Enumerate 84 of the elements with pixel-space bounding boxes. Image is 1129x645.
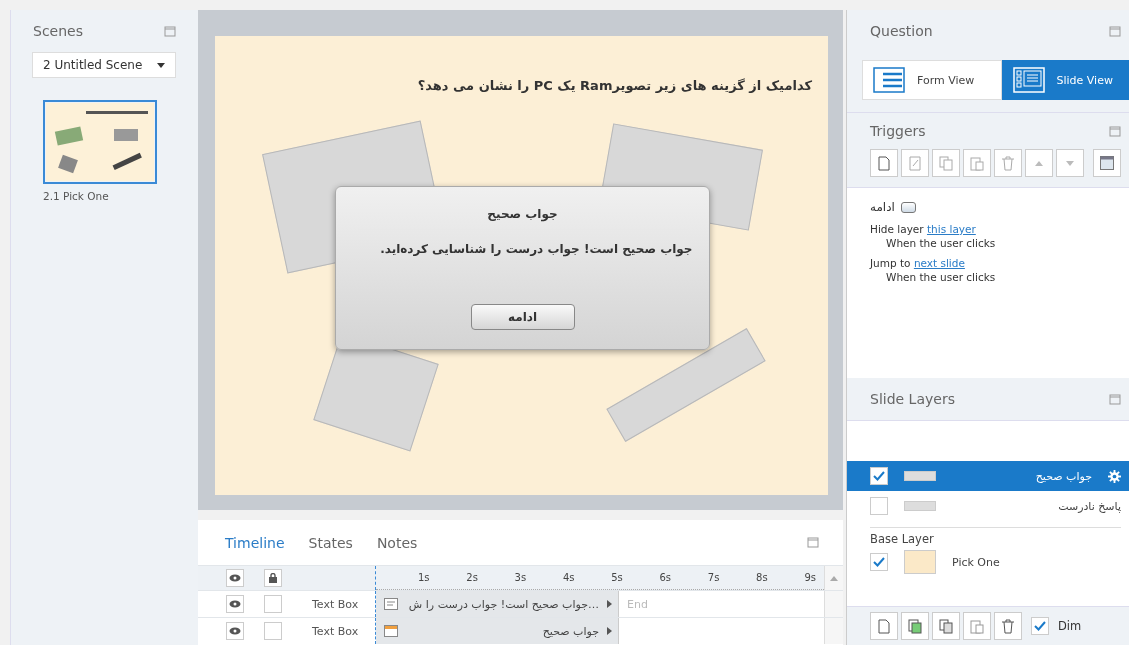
text-box-icon xyxy=(384,598,398,610)
layer-row[interactable]: جواب صحیح xyxy=(847,461,1129,491)
title-icon xyxy=(384,625,398,637)
trigger-target-link[interactable]: next slide xyxy=(913,257,965,269)
trigger-object-label[interactable]: ادامه xyxy=(870,200,895,214)
time-tick: 9s xyxy=(804,572,816,583)
layer-row[interactable]: Pick One xyxy=(847,546,1129,578)
bar-text: …جواب صحیح است! جواب درست را ش xyxy=(407,597,599,611)
view-toggle[interactable]: Form View xyxy=(862,60,1002,100)
visibility-checkbox[interactable] xyxy=(870,467,888,485)
float-window-icon[interactable] xyxy=(807,537,819,548)
time-tick: 8s xyxy=(756,572,768,583)
caret-icon xyxy=(607,627,612,635)
panel-title: Question xyxy=(870,23,933,39)
panel-title: Scenes xyxy=(33,23,83,39)
move-down-icon[interactable] xyxy=(1056,149,1084,177)
trigger-action: Hide layer xyxy=(870,223,924,235)
new-page-icon[interactable] xyxy=(870,612,898,640)
copy-icon[interactable] xyxy=(932,149,960,177)
section-title: Base Layer xyxy=(869,532,935,546)
time-tick: 6s xyxy=(659,572,672,583)
float-window-icon[interactable] xyxy=(1109,393,1121,405)
float-window-icon[interactable] xyxy=(164,25,176,37)
paste-icon[interactable] xyxy=(963,612,991,640)
panel-tab[interactable]: Notes xyxy=(376,534,418,551)
trigger-action: Jump to xyxy=(870,257,911,269)
panel-title: Triggers xyxy=(870,123,926,139)
duplicate-icon[interactable] xyxy=(901,612,929,640)
bar-text: جواب صحیح xyxy=(541,624,599,638)
slide-layout-icon xyxy=(1012,67,1045,93)
paste-icon[interactable] xyxy=(963,149,991,177)
object-label: Text Box xyxy=(312,624,359,638)
lock-checkbox[interactable] xyxy=(264,595,282,613)
panel-tab[interactable]: States xyxy=(308,534,353,551)
trigger-condition: When the user clicks xyxy=(885,236,997,250)
layer-row[interactable]: پاسخ نادرست xyxy=(847,491,1129,521)
eye-icon[interactable] xyxy=(226,622,244,640)
caret-icon xyxy=(607,600,612,608)
continue-button[interactable]: ادامه xyxy=(470,304,575,330)
trash-icon[interactable] xyxy=(994,149,1022,177)
scene-dropdown[interactable]: 2 Untitled Scene xyxy=(32,52,176,78)
layer-thumbnail xyxy=(904,471,936,481)
copy-icon[interactable] xyxy=(932,612,960,640)
trigger-condition: When the user clicks xyxy=(885,270,997,284)
view-toggle[interactable]: Slide View xyxy=(1001,60,1129,100)
time-tick: 7s xyxy=(707,572,720,583)
visibility-checkbox[interactable] xyxy=(870,553,888,571)
slide-label: 2.1 Pick One xyxy=(43,190,109,202)
end-label: End xyxy=(627,597,648,611)
settings-icon[interactable] xyxy=(1108,469,1121,483)
caret-icon xyxy=(157,62,165,68)
eye-icon[interactable] xyxy=(226,569,244,587)
edit-page-icon[interactable] xyxy=(901,149,929,177)
object-label: Text Box xyxy=(312,597,359,611)
variables-icon[interactable] xyxy=(1093,149,1121,177)
time-tick: 3s xyxy=(514,572,527,583)
eye-icon[interactable] xyxy=(226,595,244,613)
lock-checkbox[interactable] xyxy=(264,622,282,640)
new-page-icon[interactable] xyxy=(870,149,898,177)
dim-label: Dim xyxy=(1058,619,1082,633)
time-tick: 1s xyxy=(418,572,430,583)
timeline-bar[interactable]: …جواب صحیح است! جواب درست را ش xyxy=(376,591,618,617)
button-shape-icon xyxy=(900,201,916,213)
form-list-icon xyxy=(873,67,905,93)
move-up-icon[interactable] xyxy=(1025,149,1053,177)
dim-checkbox[interactable] xyxy=(1031,617,1049,635)
dialog-message: جواب صحیح است! جواب درست را شناسایی کرده‌اید. xyxy=(379,242,693,256)
dialog-title: جواب صحیح xyxy=(357,207,688,230)
time-tick: 5s xyxy=(611,572,623,583)
float-window-icon[interactable] xyxy=(1109,125,1121,137)
panel-tab[interactable]: Timeline xyxy=(225,534,285,551)
time-tick: 4s xyxy=(562,572,575,583)
layer-thumbnail xyxy=(904,550,936,574)
trigger-target-link[interactable]: this layer xyxy=(926,223,976,235)
visibility-checkbox[interactable] xyxy=(870,497,888,515)
layer-thumbnail xyxy=(904,501,936,511)
float-window-icon[interactable] xyxy=(1109,25,1121,37)
trash-icon[interactable] xyxy=(994,612,1022,640)
lock-icon[interactable] xyxy=(264,569,282,587)
timeline-bar[interactable]: جواب صحیح xyxy=(376,618,618,644)
scroll-up-icon[interactable] xyxy=(830,575,838,581)
panel-title: Slide Layers xyxy=(870,391,955,407)
question-text: کدامیک از گزینه های زیر تصویرRam یک PC را نشان می دهد؟ xyxy=(417,78,812,93)
time-tick: 2s xyxy=(466,572,478,583)
